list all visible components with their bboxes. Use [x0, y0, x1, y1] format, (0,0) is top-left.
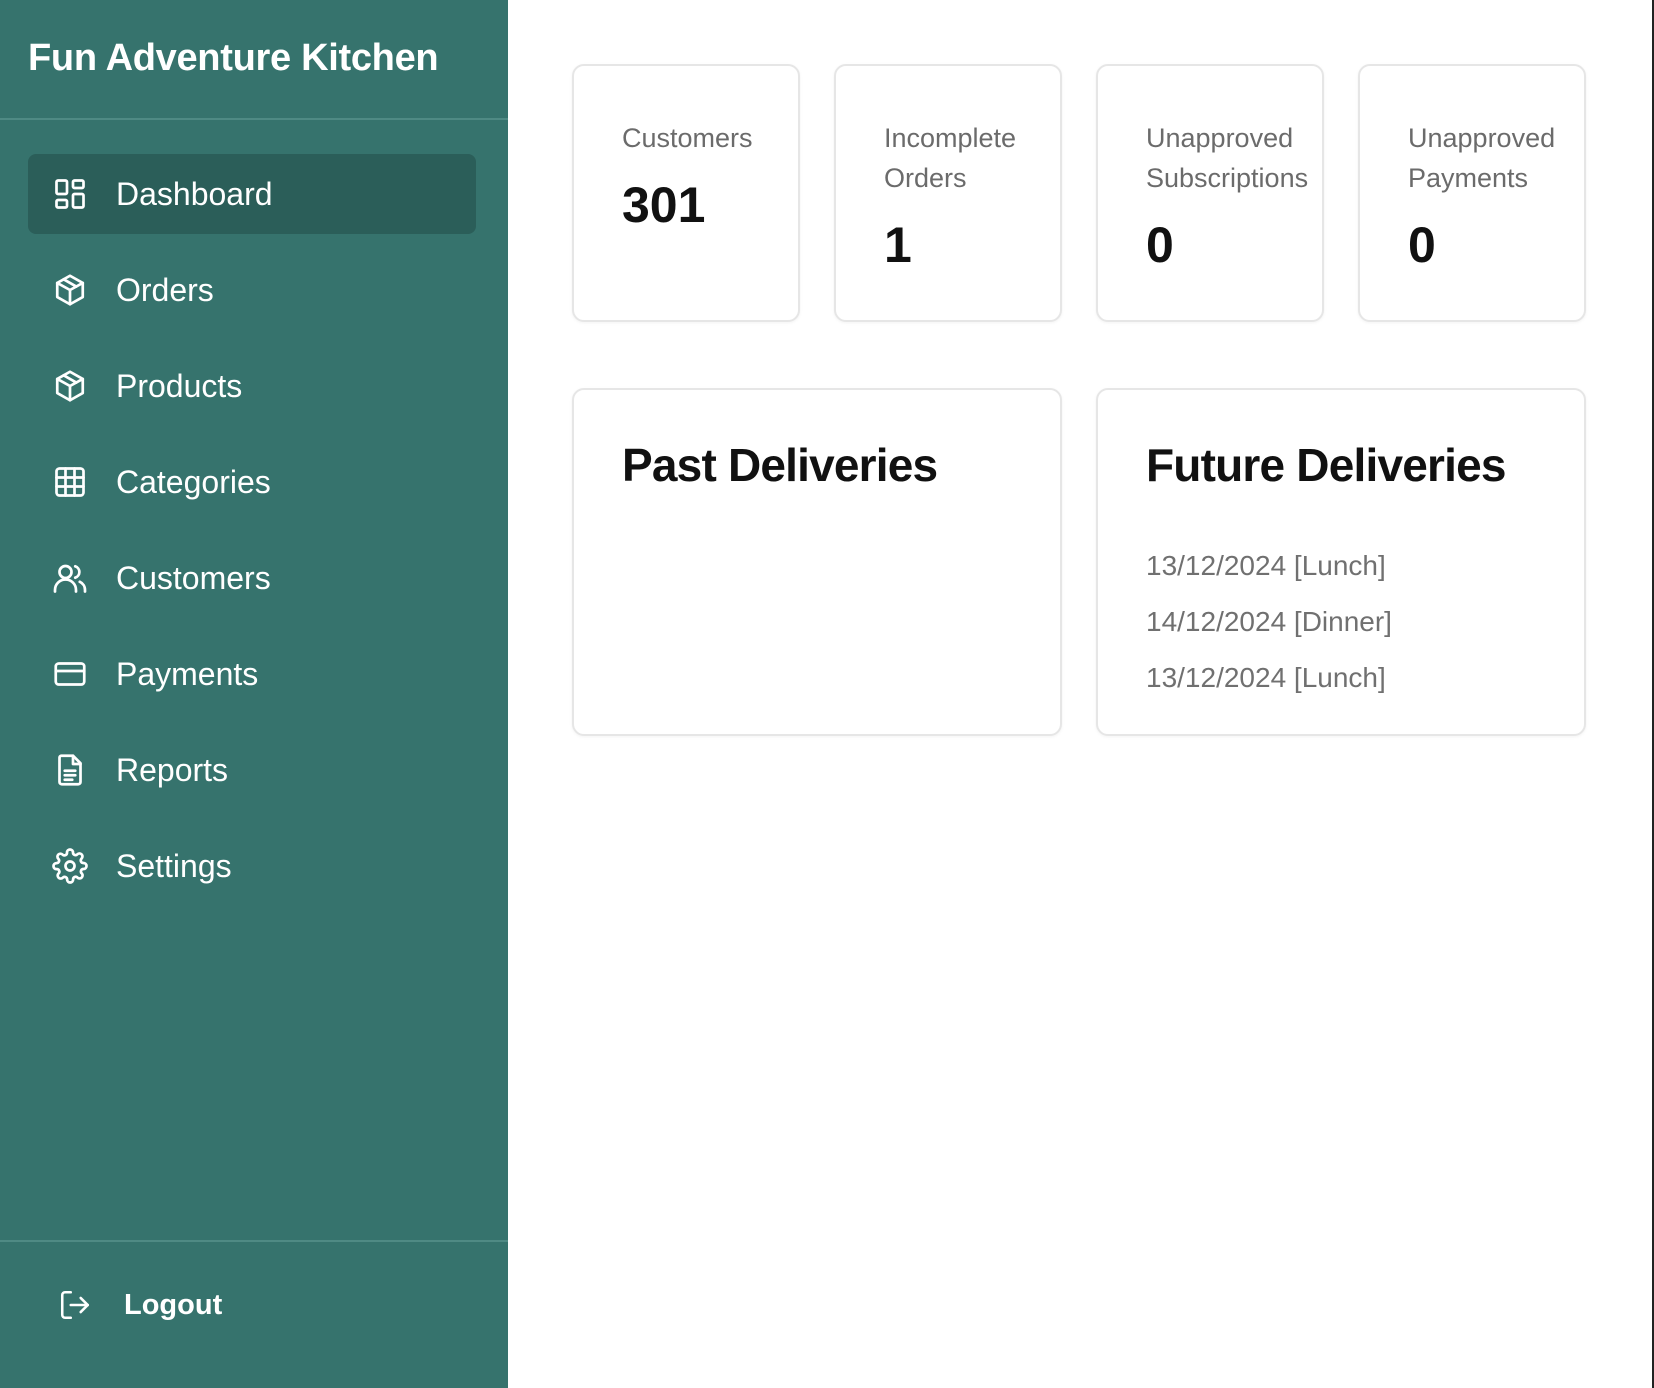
- panel-title: Past Deliveries: [622, 439, 938, 491]
- logout-button[interactable]: Logout: [58, 1288, 222, 1322]
- stat-label: Unapproved Payments: [1408, 123, 1556, 193]
- sidebar-item-settings[interactable]: Settings: [28, 826, 476, 906]
- sidebar-item-label: Dashboard: [116, 175, 273, 212]
- sidebar-item-label: Customers: [116, 559, 271, 596]
- app-title: Fun Adventure Kitchen: [28, 36, 439, 79]
- gear-icon: [52, 848, 88, 884]
- sidebar-item-reports[interactable]: Reports: [28, 730, 476, 810]
- sidebar-item-dashboard[interactable]: Dashboard: [28, 154, 476, 234]
- stat-card-incomplete-orders[interactable]: Incomplete Orders 1: [834, 64, 1062, 322]
- stat-value: 0: [1146, 217, 1174, 273]
- logout-icon: [58, 1288, 92, 1322]
- delivery-item[interactable]: 13/12/2024 [Lunch]: [1146, 650, 1392, 706]
- grid-icon: [52, 464, 88, 500]
- credit-card-icon: [52, 656, 88, 692]
- package-icon: [52, 368, 88, 404]
- stat-label: Unapproved Subscriptions: [1146, 123, 1309, 193]
- sidebar-footer: Logout: [0, 1240, 508, 1388]
- brand-header: Fun Adventure Kitchen: [0, 0, 508, 120]
- future-deliveries-list: 13/12/2024 [Lunch] 14/12/2024 [Dinner] 1…: [1146, 538, 1392, 706]
- sidebar: Fun Adventure Kitchen Dashboard Orders P…: [0, 0, 508, 1388]
- delivery-item[interactable]: 13/12/2024 [Lunch]: [1146, 538, 1392, 594]
- stat-card-unapproved-subscriptions[interactable]: Unapproved Subscriptions 0: [1096, 64, 1324, 322]
- sidebar-item-label: Reports: [116, 751, 229, 788]
- sidebar-item-label: Settings: [116, 847, 232, 884]
- document-icon: [52, 752, 88, 788]
- stat-value: 0: [1408, 217, 1436, 273]
- delivery-item[interactable]: 14/12/2024 [Dinner]: [1146, 594, 1392, 650]
- panel-title: Future Deliveries: [1146, 439, 1506, 491]
- stat-value: 1: [884, 217, 912, 273]
- sidebar-item-customers[interactable]: Customers: [28, 538, 476, 618]
- sidebar-item-payments[interactable]: Payments: [28, 634, 476, 714]
- stat-card-customers[interactable]: Customers 301: [572, 64, 800, 322]
- sidebar-item-label: Products: [116, 367, 243, 404]
- sidebar-item-label: Orders: [116, 271, 214, 308]
- sidebar-item-orders[interactable]: Orders: [28, 250, 476, 330]
- past-deliveries-panel: Past Deliveries: [572, 388, 1062, 736]
- stat-label: Customers: [622, 123, 753, 153]
- package-icon: [52, 272, 88, 308]
- logout-label: Logout: [124, 1288, 223, 1321]
- dashboard-icon: [52, 176, 88, 212]
- sidebar-item-products[interactable]: Products: [28, 346, 476, 426]
- stat-card-unapproved-payments[interactable]: Unapproved Payments 0: [1358, 64, 1586, 322]
- app-root: Fun Adventure Kitchen Dashboard Orders P…: [0, 0, 1654, 1388]
- stat-value: 301: [622, 177, 706, 233]
- sidebar-item-label: Categories: [116, 463, 271, 500]
- users-icon: [52, 560, 88, 596]
- stat-label: Incomplete Orders: [884, 123, 1017, 193]
- sidebar-nav: Dashboard Orders Products Categories Cus…: [28, 154, 476, 922]
- sidebar-item-label: Payments: [116, 655, 259, 692]
- sidebar-item-categories[interactable]: Categories: [28, 442, 476, 522]
- future-deliveries-panel: Future Deliveries 13/12/2024 [Lunch] 14/…: [1096, 388, 1586, 736]
- main-content: Customers 301 Incomplete Orders 1 Unappr…: [508, 0, 1654, 1388]
